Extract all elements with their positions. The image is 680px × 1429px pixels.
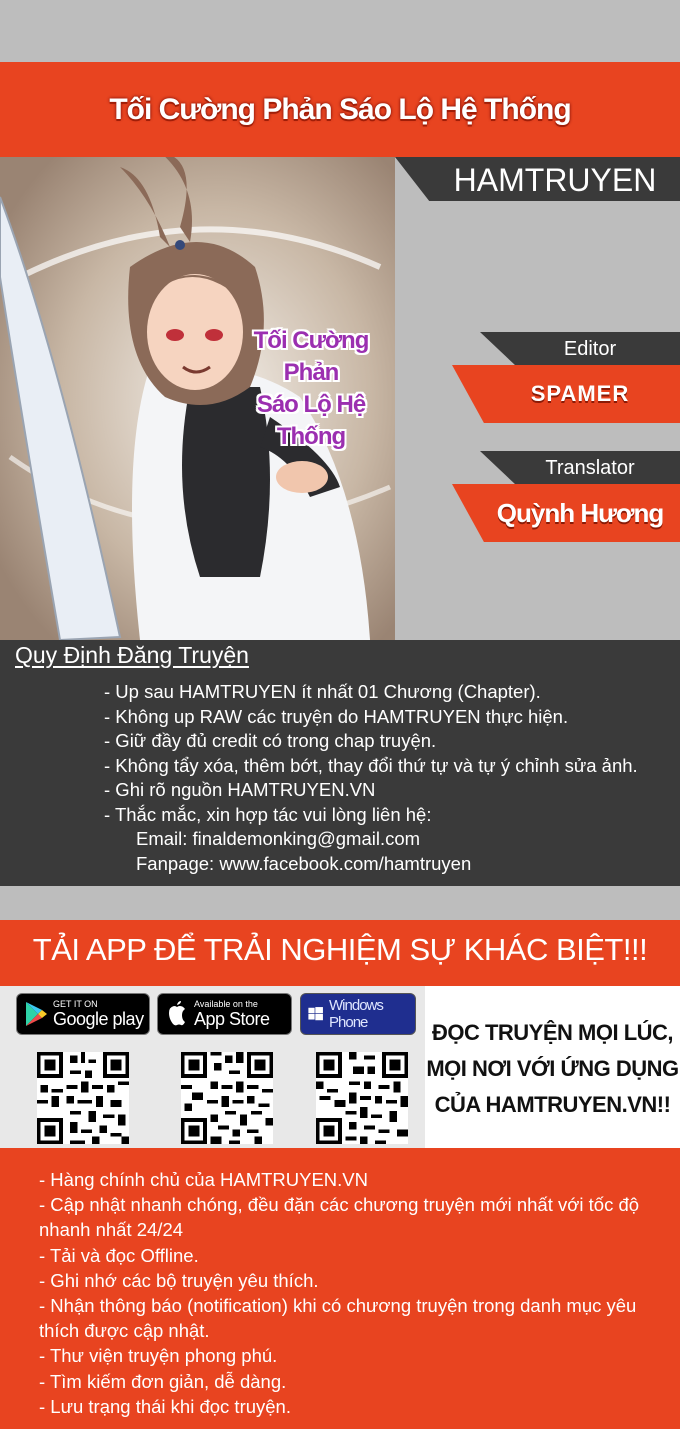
contact-email: Email: finaldemonking@gmail.com [136,828,421,849]
windows-icon [308,1007,323,1021]
rule-item: - Không up RAW các truyện do HAMTRUYEN t… [104,705,569,727]
rule-item: - Ghi rõ nguồn HAMTRUYEN.VN [104,779,376,800]
app-store-button[interactable]: Available on the App Store [157,993,292,1035]
rule-item: - Up sau HAMTRUYEN ít nhất 01 Chương (Ch… [104,681,541,702]
feature-item: - Lưu trạng thái khi đọc truyện. [39,1395,291,1417]
qr-code-windows[interactable] [316,1052,408,1144]
windows-phone-label: Windows Phone [329,997,384,1031]
feature-item: - Cập nhật nhanh chóng, đều đặn các chươ… [39,1194,640,1241]
features-list: - Hàng chính chủ của HAMTRUYEN.VN - Cập … [39,1167,649,1419]
promo-text: ĐỌC TRUYỆN MỌI LÚC, MỌI NƠI VỚI ỨNG DỤNG… [426,1020,679,1117]
feature-item: - Thư viện truyện phong phú. [39,1345,278,1367]
app-store-big: App Store [194,1009,270,1029]
translator-name: Quỳnh Hương [496,498,664,528]
rules-heading: Quy Định Đăng Truyện [15,642,249,668]
brand-name: HAMTRUYEN [453,162,657,198]
windows-phone-button[interactable]: Windows Phone [300,993,416,1035]
comic-title: Tối Cường Phản Sáo Lộ Hệ Thống [109,92,571,126]
qr-code-android[interactable] [37,1052,129,1144]
feature-item: - Tìm kiếm đơn giản, dễ dàng. [39,1370,287,1392]
rule-item: - Giữ đầy đủ credit có trong chap truyện… [104,730,437,751]
editor-name: SPAMER [530,381,630,406]
feature-item: - Nhận thông báo (notification) khi có c… [39,1295,637,1342]
feature-item: - Ghi nhớ các bộ truyện yêu thích. [39,1269,319,1291]
qr-code-ios[interactable] [181,1052,273,1144]
google-play-small: GET IT ON [53,999,98,1009]
rules-list: - Up sau HAMTRUYEN ít nhất 01 Chương (Ch… [104,680,638,876]
rule-item: - Không tẩy xóa, thêm bớt, thay đổi thứ … [104,754,638,776]
google-play-big: Google play [53,1009,144,1029]
app-store-small: Available on the [194,999,258,1009]
feature-item: - Tải và đọc Offline. [39,1244,199,1266]
google-play-button[interactable]: GET IT ON Google play [16,993,150,1035]
cover-title: Tối Cường Phản Sáo Lộ Hệ Thống [253,327,370,450]
gap-band [0,886,680,920]
feature-item: - Hàng chính chủ của HAMTRUYEN.VN [39,1169,369,1190]
google-play-icon [26,1002,47,1026]
editor-label: Editor [563,338,617,360]
app-header: TẢI APP ĐỂ TRẢI NGHIỆM SỰ KHÁC BIỆT!!! [32,932,648,967]
contact-fanpage: Fanpage: www.facebook.com/hamtruyen [136,852,472,874]
cover-image: Tối Cường Phản Sáo Lộ Hệ Thống [0,157,395,640]
top-band [0,0,680,62]
rule-item: - Thắc mắc, xin hợp tác vui lòng liên hệ… [104,803,432,825]
apple-icon [169,1001,185,1026]
translator-label: Translator [545,457,635,479]
title-bar: Tối Cường Phản Sáo Lộ Hệ Thống [0,62,680,157]
